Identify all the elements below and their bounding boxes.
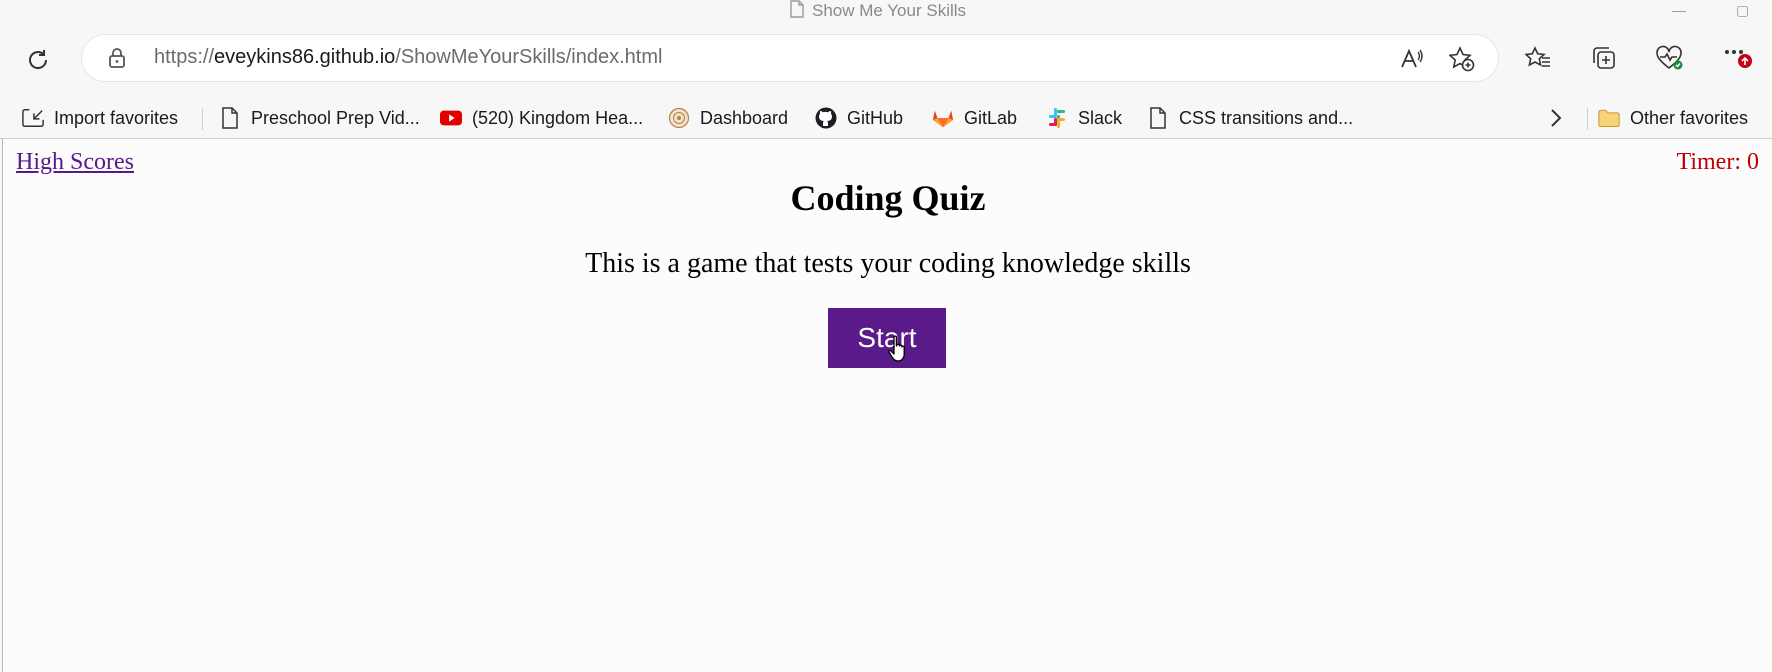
bookmarks-bar: Import favorites Preschool Prep Vid... (… — [0, 98, 1772, 139]
other-favorites-label: Other favorites — [1630, 107, 1749, 128]
add-favorite-icon[interactable] — [1448, 45, 1476, 73]
slack-icon — [1046, 107, 1068, 129]
document-icon — [790, 0, 804, 23]
page-content: High Scores Timer: 0 Coding Quiz This is… — [2, 139, 1772, 672]
bookmark-label: GitLab — [964, 107, 1018, 128]
timer-display: Timer: 0 — [1676, 149, 1759, 175]
bookmark-github[interactable]: GitHub — [815, 98, 903, 138]
minimize-icon[interactable]: — — [1672, 2, 1686, 18]
page-title: Coding Quiz — [790, 178, 986, 218]
favorites-icon[interactable] — [1520, 40, 1556, 76]
quiz-description: This is a game that tests your coding kn… — [585, 248, 1191, 279]
url-host: eveykins86.github.io — [214, 46, 396, 68]
bookmark-gitlab[interactable]: GitLab — [932, 98, 1017, 138]
bookmark-label: Slack — [1078, 107, 1123, 128]
other-favorites[interactable]: Other favorites — [1598, 98, 1748, 138]
bookmark-label: (520) Kingdom Hea... — [472, 107, 644, 128]
bookmark-label: Dashboard — [700, 107, 789, 128]
url-text[interactable]: https://eveykins86.github.io/ShowMeYourS… — [154, 46, 662, 69]
maximize-icon[interactable]: ▢ — [1736, 2, 1749, 19]
collections-icon[interactable] — [1586, 40, 1622, 76]
window-title-text: Show Me Your Skills — [812, 1, 967, 20]
bookmark-divider — [202, 108, 203, 130]
bookmark-divider — [1587, 108, 1588, 130]
refresh-icon[interactable] — [20, 42, 56, 78]
read-aloud-icon[interactable] — [1398, 45, 1426, 73]
settings-more-icon[interactable] — [1720, 40, 1756, 76]
window-title: Show Me Your Skills — [790, 0, 966, 22]
bookmark-label: CSS transitions and... — [1179, 107, 1354, 128]
dashboard-site-icon — [668, 107, 690, 129]
bookmark-import-favorites[interactable]: Import favorites — [22, 98, 178, 138]
page-icon — [1147, 107, 1169, 129]
hand-cursor-icon — [887, 334, 911, 369]
browser-toolbar: https://eveykins86.github.io/ShowMeYourS… — [0, 22, 1772, 98]
youtube-icon — [440, 107, 462, 129]
bookmark-preschool-prep[interactable]: Preschool Prep Vid... — [219, 98, 420, 138]
window-titlebar: Show Me Your Skills — ▢ — [0, 0, 1772, 22]
bookmark-label: Import favorites — [54, 107, 179, 128]
browser-essentials-icon[interactable] — [1652, 40, 1688, 76]
bookmark-kingdom-hea[interactable]: (520) Kingdom Hea... — [440, 98, 643, 138]
lock-icon[interactable] — [108, 47, 126, 74]
import-icon — [22, 107, 44, 129]
github-icon — [815, 107, 837, 129]
bookmark-label: GitHub — [847, 107, 904, 128]
page-icon — [219, 107, 241, 129]
address-bar[interactable]: https://eveykins86.github.io/ShowMeYourS… — [82, 35, 1498, 81]
high-scores-link[interactable]: High Scores — [16, 149, 134, 176]
bookmark-slack[interactable]: Slack — [1046, 98, 1122, 138]
gitlab-icon — [932, 107, 954, 129]
bookmark-css-transitions[interactable]: CSS transitions and... — [1147, 98, 1353, 138]
url-prefix: https:// — [154, 46, 215, 68]
folder-icon — [1598, 107, 1620, 129]
bookmark-dashboard[interactable]: Dashboard — [668, 98, 788, 138]
url-path: /ShowMeYourSkills/index.html — [395, 46, 663, 68]
bookmark-label: Preschool Prep Vid... — [251, 107, 420, 128]
more-bookmarks-chevron-icon[interactable] — [1549, 98, 1563, 138]
